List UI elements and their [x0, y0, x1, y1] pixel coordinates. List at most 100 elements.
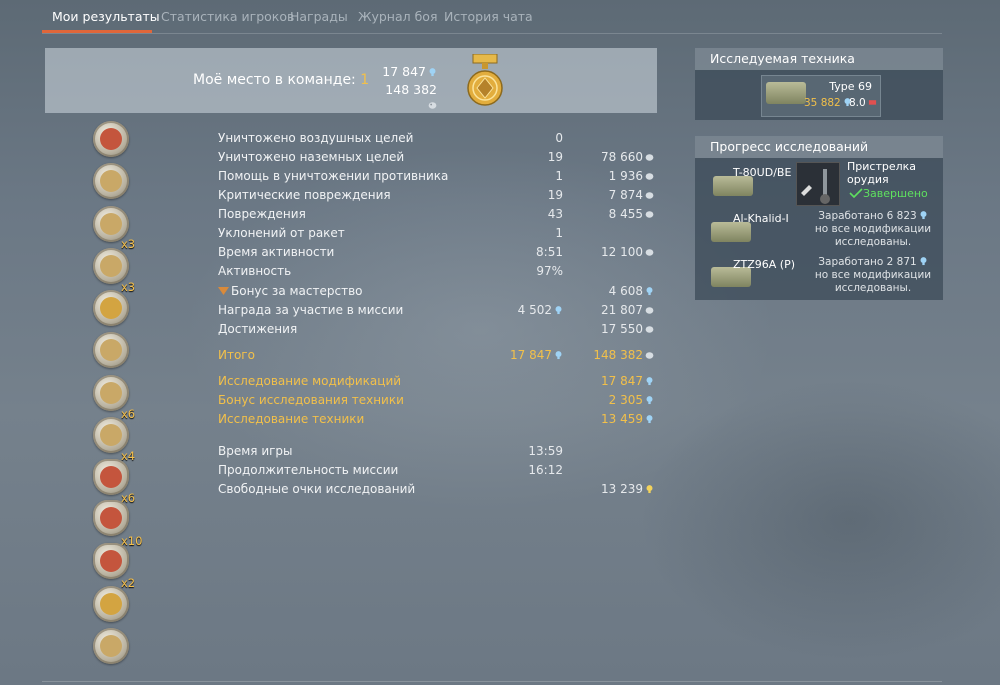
gear-shield-medal-icon[interactable] — [93, 290, 129, 326]
total-research-points-value: 17 847 — [510, 348, 552, 362]
stat-reward: 1 936 — [568, 169, 654, 183]
stat-reward: 17 550 — [568, 322, 654, 336]
stat-label: Награда за участие в миссии — [218, 303, 404, 317]
stat-label: Бонус за мастерство — [218, 284, 362, 298]
free-research-value: 13 239 — [601, 482, 643, 496]
module-artillery-icon[interactable] — [796, 162, 840, 206]
fist-medal-icon[interactable] — [93, 417, 129, 453]
misc-value: 13:59 — [528, 444, 563, 458]
research-points-icon — [555, 351, 562, 360]
stat-label: Активность — [218, 264, 292, 278]
stat-count: 97% — [536, 264, 563, 278]
silver-lions-icon — [645, 211, 654, 218]
stat-reward: 78 660 — [568, 150, 654, 164]
silver-lions-icon — [645, 307, 654, 314]
shield-swords-badge-icon[interactable] — [93, 500, 129, 536]
wings-medal-icon[interactable] — [93, 121, 129, 157]
earned-note: Заработано 6 823 но все модификации иссле… — [811, 210, 935, 249]
research-points-icon — [429, 68, 436, 77]
tab-awards[interactable]: Награды — [290, 9, 348, 24]
stat-reward: 4 608 — [568, 284, 654, 298]
silver-lions-icon — [428, 102, 437, 109]
stat-count: 8:51 — [536, 245, 563, 259]
stat-label: Помощь в уничтожении противника — [218, 169, 449, 183]
progress-vehicle-name: T-80UD/BE — [733, 166, 792, 179]
free-research-points-icon — [646, 485, 653, 494]
research-points-icon — [646, 377, 653, 386]
research-label: Исследование техники — [218, 412, 365, 426]
stat-count: 4 502 — [448, 303, 563, 317]
award-multiplier: x3 — [121, 280, 136, 294]
research-value: 13 459 — [568, 412, 654, 426]
award-multiplier: x6 — [121, 407, 136, 421]
first-place-medal-icon — [467, 54, 503, 106]
multi-kill-badge-icon[interactable] — [93, 459, 129, 495]
total-silver-lions: 148 382 — [568, 348, 654, 362]
researched-vehicle-card[interactable]: Type 69 35 882 8.0 — [761, 75, 881, 117]
earned-note-text: но все модификации исследованы. — [814, 223, 932, 248]
gold-tank-medal-icon[interactable] — [93, 586, 129, 622]
stat-reward-value: 78 660 — [601, 150, 643, 164]
multi-kill-badge-2-icon[interactable] — [93, 543, 129, 579]
research-points-icon — [920, 257, 927, 266]
researched-vehicle-panel: Исследуемая техника Type 69 35 882 8.0 — [695, 48, 943, 120]
silver-lions-icon — [645, 352, 654, 359]
vehicle-name: Type 69 — [829, 80, 872, 93]
stat-label: Уничтожено наземных целей — [218, 150, 405, 164]
researched-panel-title: Исследуемая техника — [695, 48, 943, 70]
tab-player-stats[interactable]: Статистика игроков — [161, 9, 294, 24]
stat-reward-value: 4 608 — [608, 284, 643, 298]
module-status-text: Завершено — [863, 187, 928, 200]
silver-lions-icon — [645, 249, 654, 256]
team-place-value: 1 — [360, 72, 370, 88]
total-silver-lions-value: 148 382 — [593, 348, 643, 362]
mastery-bonus-icon — [218, 287, 229, 295]
silver-lions-icon — [645, 173, 654, 180]
research-points-icon — [920, 211, 927, 220]
team-place-label: Моё место в команде: — [193, 72, 356, 88]
vehicle-br-value: 8.0 — [849, 97, 866, 109]
silver-wings-medal-icon[interactable] — [93, 628, 129, 664]
stat-reward-value: 12 100 — [601, 245, 643, 259]
stat-count: 0 — [555, 131, 563, 145]
globe-medal-icon[interactable] — [93, 332, 129, 368]
stat-reward: 12 100 — [568, 245, 654, 259]
stat-reward-value: 17 550 — [601, 322, 643, 336]
research-progress-panel: Прогресс исследований T-80UD/BE Пристрел… — [695, 136, 943, 300]
header-research-points: 17 847 — [377, 64, 437, 79]
crossed-swords-medal-icon[interactable] — [93, 375, 129, 411]
stat-count: 19 — [547, 150, 563, 164]
wreath-medal-icon[interactable] — [93, 163, 129, 199]
stat-label: Достижения — [218, 322, 298, 336]
vehicle-rp: 35 882 — [804, 97, 852, 109]
module-status: Завершено — [847, 187, 928, 200]
eagle-medal-icon[interactable] — [93, 248, 129, 284]
research-value-text: 17 847 — [601, 374, 643, 388]
research-value-text: 13 459 — [601, 412, 643, 426]
progress-panel-title: Прогресс исследований — [695, 136, 943, 158]
header-silver-lions-value: 148 382 — [385, 82, 437, 97]
tank-thumbnail-icon — [713, 176, 753, 196]
vehicle-br: 8.0 — [849, 97, 877, 109]
header-research-points-value: 17 847 — [382, 64, 426, 79]
checkmark-icon — [849, 188, 863, 198]
vehicle-rp-value: 35 882 — [804, 97, 841, 109]
stat-count: 43 — [547, 207, 563, 221]
earned-label: Заработано 2 871 — [818, 256, 917, 268]
stat-count: 1 — [555, 169, 563, 183]
total-research-points: 17 847 — [448, 348, 563, 362]
tab-my-results[interactable]: Мои результаты — [52, 9, 160, 24]
results-tabs: Мои результаты Статистика игроков Наград… — [42, 0, 942, 34]
misc-label: Свободные очки исследований — [218, 482, 416, 496]
misc-value: 16:12 — [528, 463, 563, 477]
tank-class-icon — [868, 100, 876, 105]
earned-note-text: но все модификации исследованы. — [814, 269, 932, 294]
header-silver-lions: 148 382 — [377, 82, 437, 112]
research-value-text: 2 305 — [608, 393, 643, 407]
tab-chat-history[interactable]: История чата — [444, 9, 533, 24]
tab-battle-log[interactable]: Журнал боя — [358, 9, 437, 24]
misc-value: 13 239 — [568, 482, 654, 496]
stat-count: 1 — [555, 226, 563, 240]
tank-thumbnail-icon — [766, 82, 806, 104]
silver-lions-icon — [645, 154, 654, 161]
